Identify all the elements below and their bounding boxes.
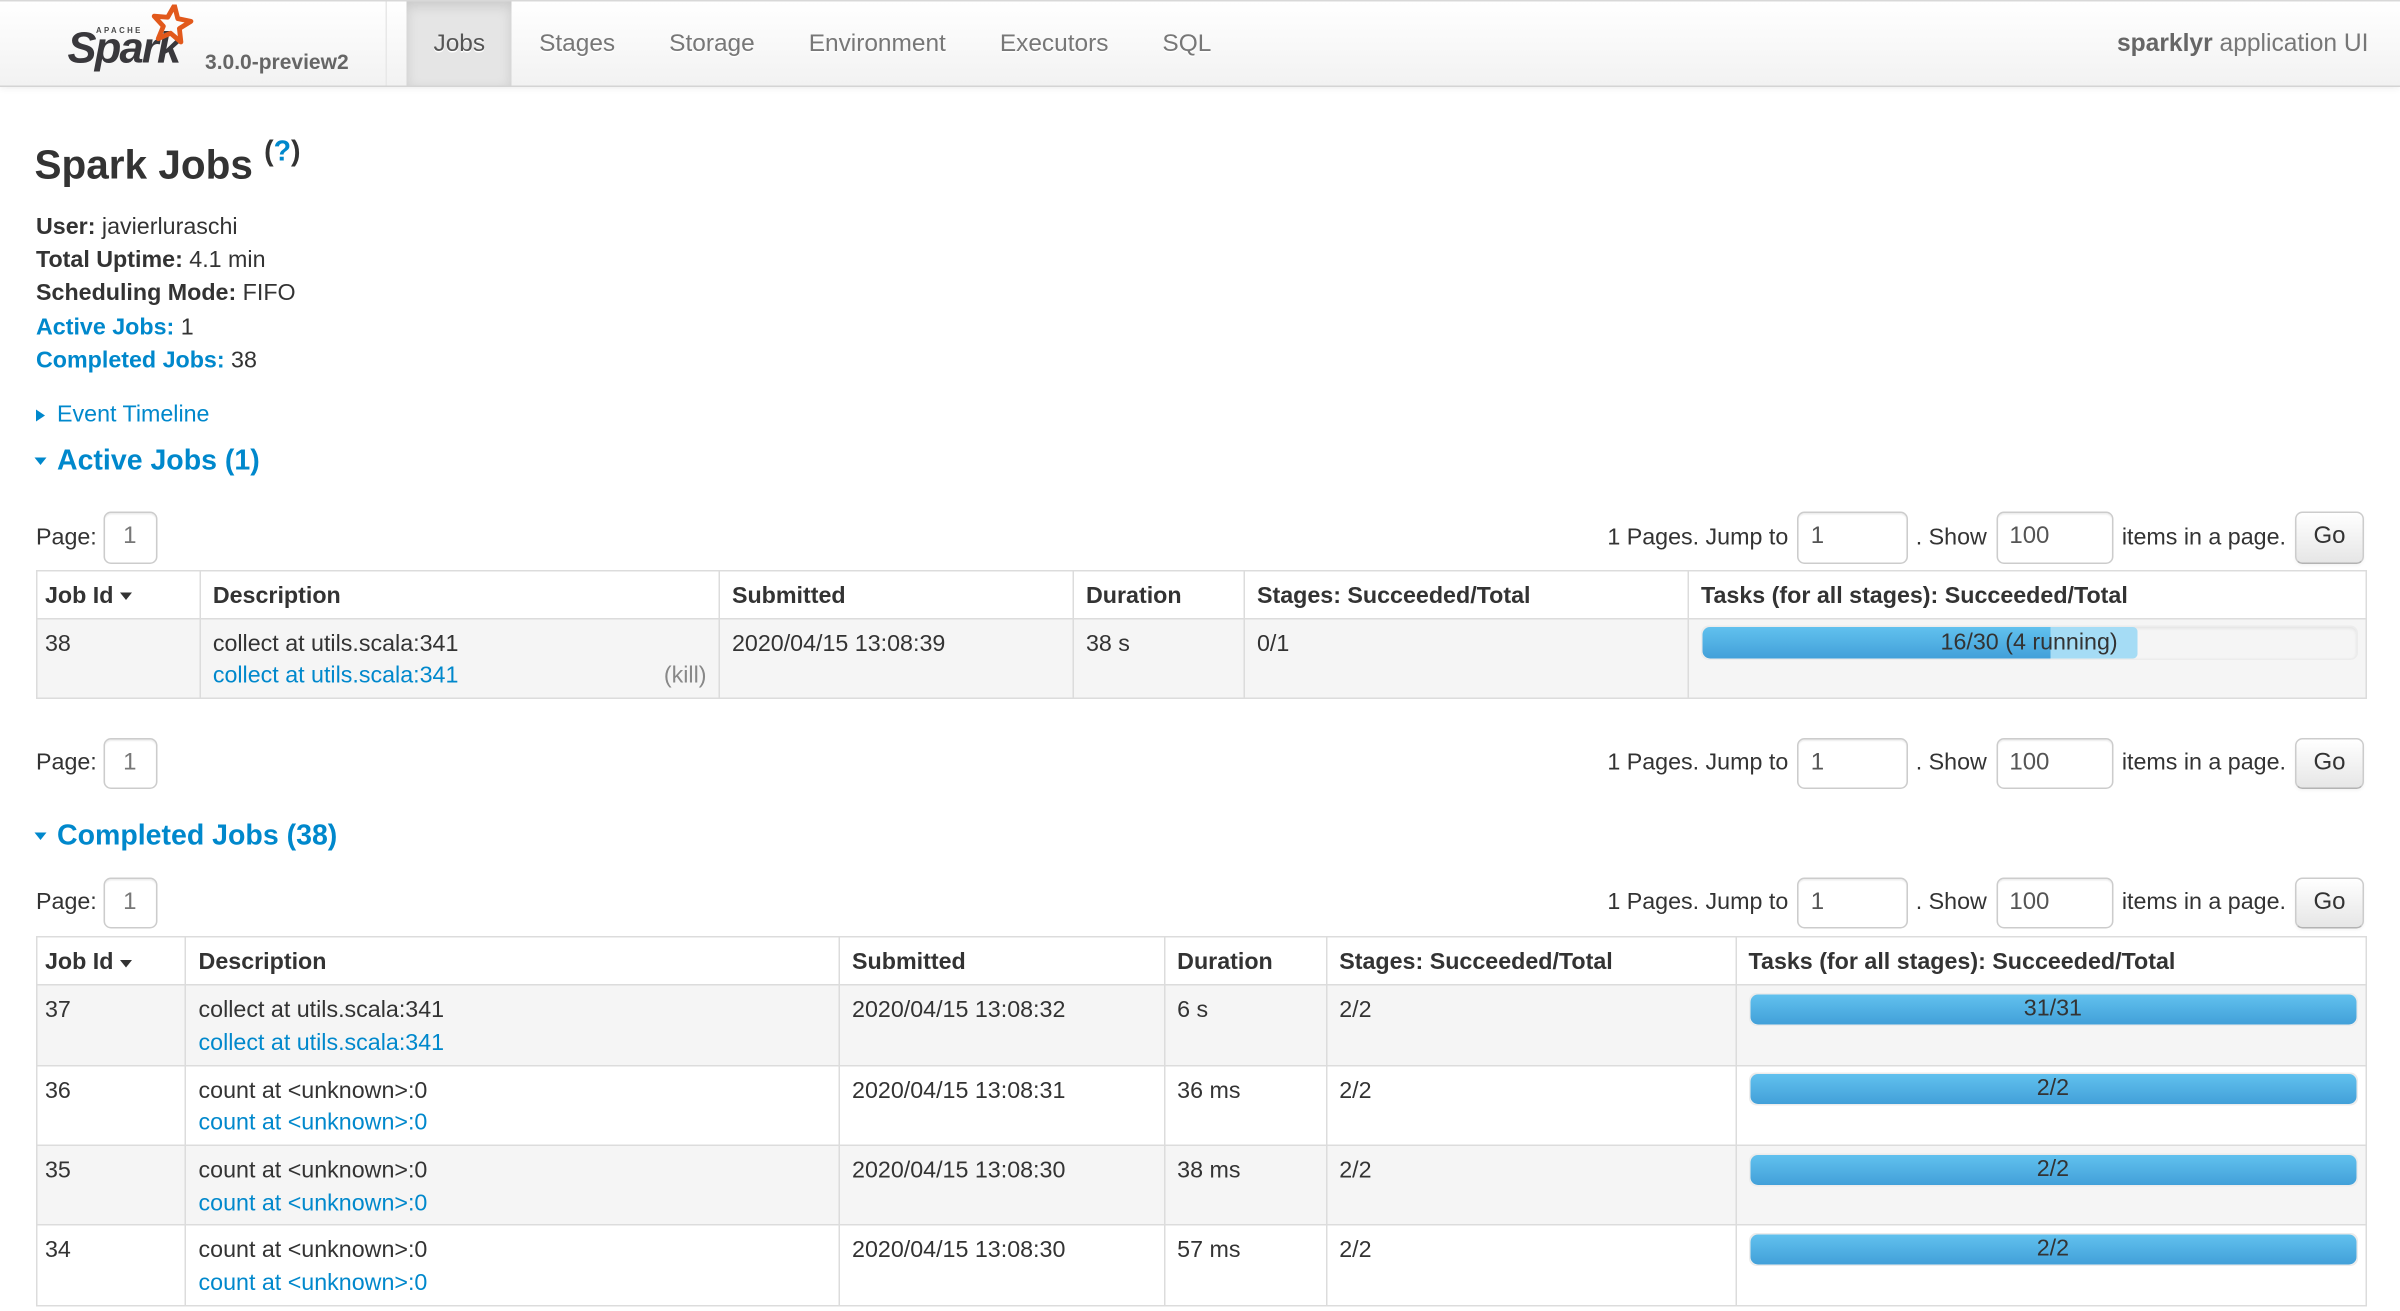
svg-text:APACHE: APACHE xyxy=(96,26,143,35)
